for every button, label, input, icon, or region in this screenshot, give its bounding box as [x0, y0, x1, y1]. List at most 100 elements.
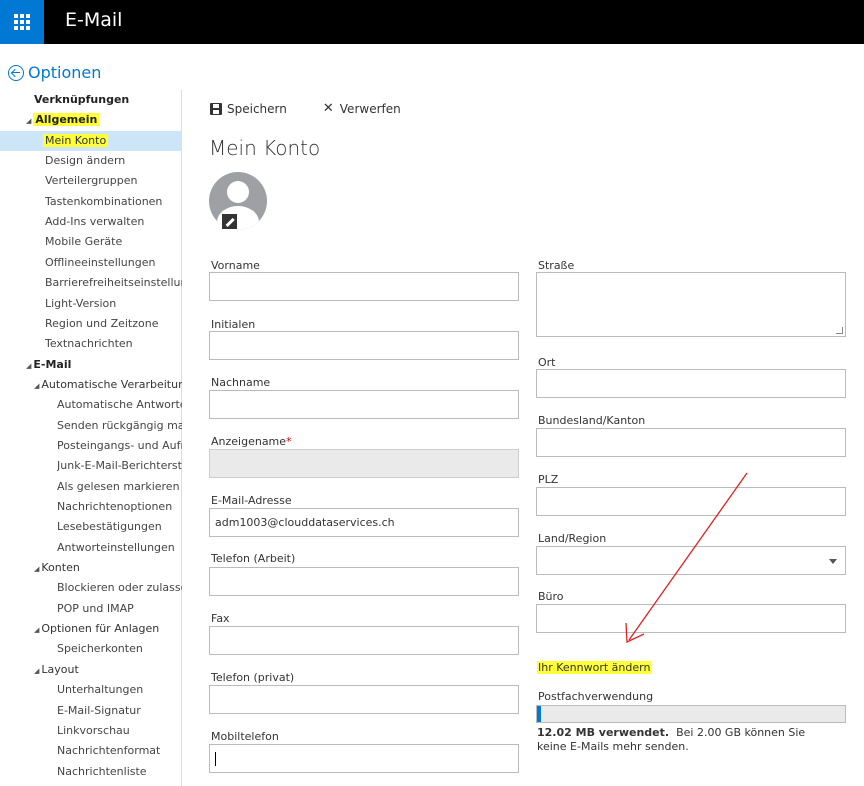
- anzeigename-label: Anzeigename*: [211, 435, 292, 448]
- email-input[interactable]: adm1003@clouddataservices.ch: [209, 508, 519, 537]
- sidebar-item-label: Barrierefreiheitseinstellungen: [45, 276, 182, 290]
- mailbox-used: 12.02 MB verwendet.: [537, 726, 670, 739]
- fax-input[interactable]: [209, 626, 519, 655]
- sidebar-item-linkvorschau[interactable]: Linkvorschau: [57, 721, 182, 741]
- sidebar-item-light-version[interactable]: Light-Version: [45, 294, 182, 314]
- initialen-input[interactable]: [209, 331, 519, 360]
- buero-input[interactable]: [536, 604, 846, 633]
- fax-label: Fax: [211, 612, 230, 625]
- sidebar-item-pop-und-imap[interactable]: POP und IMAP: [57, 599, 182, 619]
- sidebar-item-konten[interactable]: ◢ Konten: [34, 558, 182, 578]
- ort-input[interactable]: [536, 369, 846, 398]
- sidebar-item-posteingangs-und-aufräumregeln[interactable]: Posteingangs- und Aufräumregeln: [57, 436, 182, 456]
- sidebar-item-junk-e-mail-berichterstattung[interactable]: Junk-E-Mail-Berichterstattung: [57, 456, 182, 476]
- sidebar-item-tastenkombinationen[interactable]: Tastenkombinationen: [45, 192, 182, 212]
- sidebar-item-label: Mobile Geräte: [45, 235, 123, 249]
- buero-label: Büro: [538, 590, 564, 603]
- sidebar-item-textnachrichten[interactable]: Textnachrichten: [45, 334, 182, 354]
- bundesland-input[interactable]: [536, 428, 846, 457]
- sidebar-item-mein-konto[interactable]: Mein Konto: [0, 130, 182, 151]
- mobiltelefon-input[interactable]: [209, 744, 519, 773]
- sidebar-item-blockieren-oder-zulassen[interactable]: Blockieren oder zulassen: [57, 578, 182, 598]
- telefon-arbeit-input[interactable]: [209, 567, 519, 596]
- sidebar-item-label: Blockieren oder zulassen: [57, 581, 182, 595]
- vorname-input[interactable]: [209, 272, 519, 301]
- sidebar-item-layout[interactable]: ◢ Layout: [34, 660, 182, 680]
- mailbox-usage-label: Postfachverwendung: [538, 690, 654, 703]
- mobiltelefon-label: Mobiltelefon: [211, 730, 279, 743]
- sidebar-item-label: Nachrichtenliste: [57, 764, 147, 778]
- collapse-triangle-icon: ◢: [34, 381, 40, 390]
- sidebar-item-als-gelesen-markieren[interactable]: Als gelesen markieren: [57, 477, 182, 497]
- sidebar-item-label: Region und Zeitzone: [45, 316, 159, 330]
- sidebar-item-label: Design ändern: [45, 154, 126, 168]
- telefon-privat-input[interactable]: [209, 685, 519, 714]
- mailbox-usage-fill: [537, 706, 541, 722]
- telefon-arbeit-label: Telefon (Arbeit): [211, 552, 296, 565]
- sidebar-item-verteilergruppen[interactable]: Verteilergruppen: [45, 171, 182, 191]
- app-title: E-Mail: [65, 9, 123, 31]
- app-launcher-button[interactable]: [0, 0, 44, 44]
- back-arrow-icon: [8, 64, 24, 81]
- sidebar-item-mobile-geräte[interactable]: Mobile Geräte: [45, 232, 182, 252]
- sidebar-item-label: Antworteinstellungen: [57, 540, 175, 554]
- nachname-input[interactable]: [209, 390, 519, 419]
- sidebar-item-nachrichtenliste[interactable]: Nachrichtenliste: [57, 762, 182, 782]
- sidebar-item-unterhaltungen[interactable]: Unterhaltungen: [57, 680, 182, 700]
- sidebar-item-label: Optionen für Anlagen: [41, 622, 160, 636]
- email-label: E-Mail-Adresse: [211, 494, 292, 507]
- sidebar-item-offlineeinstellungen[interactable]: Offlineeinstellungen: [45, 253, 182, 273]
- sidebar-item-automatische-verarbeitung[interactable]: ◢ Automatische Verarbeitung: [34, 375, 182, 395]
- sidebar-item-e-mail-signatur[interactable]: E-Mail-Signatur: [57, 701, 182, 721]
- sidebar-item-label: Speicherkonten: [57, 642, 143, 656]
- bundesland-label: Bundesland/Kanton: [538, 414, 646, 427]
- nachname-label: Nachname: [211, 376, 271, 389]
- options-sidebar: Verknüpfungen ◢ Allgemein Mein Konto Design …: [0, 90, 182, 786]
- sidebar-item-barrierefreiheitseinstellungen[interactable]: Barrierefreiheitseinstellungen: [45, 273, 182, 293]
- user-avatar[interactable]: [209, 172, 267, 230]
- chevron-down-icon: [829, 559, 837, 564]
- strasse-textarea[interactable]: [536, 272, 846, 337]
- sidebar-item-label: Linkvorschau: [57, 723, 130, 737]
- change-password-link[interactable]: Ihr Kennwort ändern: [537, 661, 652, 674]
- sidebar-item-label: Light-Version: [45, 296, 117, 310]
- sidebar-item-label: POP und IMAP: [57, 601, 134, 615]
- sidebar-item-label: Posteingangs- und Aufräumregeln: [57, 438, 182, 452]
- sidebar-item-lesebestätigungen[interactable]: Lesebestätigungen: [57, 517, 182, 537]
- initialen-label: Initialen: [211, 318, 256, 331]
- sidebar-item-allgemein[interactable]: ◢ Allgemein: [26, 110, 100, 130]
- text-caret: [215, 752, 216, 766]
- sidebar-item-region-und-zeitzone[interactable]: Region und Zeitzone: [45, 314, 182, 334]
- strasse-label: Straße: [538, 259, 575, 272]
- save-button[interactable]: Speichern: [210, 101, 287, 116]
- options-back-link[interactable]: Optionen: [8, 63, 101, 82]
- sidebar-item-verknüpfungen[interactable]: Verknüpfungen: [34, 90, 129, 110]
- sidebar-item-optionen-für-anlagen[interactable]: ◢ Optionen für Anlagen: [34, 619, 182, 639]
- land-select[interactable]: [536, 546, 846, 575]
- sidebar-item-label: Nachrichtenformat: [57, 744, 161, 758]
- sidebar-item-e-mail[interactable]: ◢ E-Mail: [26, 355, 71, 375]
- sidebar-item-nachrichtenformat[interactable]: Nachrichtenformat: [57, 741, 182, 761]
- sidebar-item-label: Automatische Verarbeitung: [41, 377, 182, 391]
- sidebar-item-automatische-antworten[interactable]: Automatische Antworten: [57, 395, 182, 415]
- sidebar-item-speicherkonten[interactable]: Speicherkonten: [57, 639, 182, 659]
- sidebar-item-label: Verteilergruppen: [45, 174, 138, 188]
- plz-input[interactable]: [536, 487, 846, 516]
- discard-button[interactable]: ✕ Verwerfen: [323, 101, 401, 116]
- sidebar-item-nachrichtenoptionen[interactable]: Nachrichtenoptionen: [57, 497, 182, 517]
- sidebar-item-label: Layout: [41, 662, 79, 676]
- anzeigename-input: [209, 449, 519, 478]
- sidebar-item-label: Automatische Antworten: [57, 398, 182, 412]
- sidebar-item-label: E-Mail: [33, 357, 72, 371]
- sidebar-item-label: Lesebestätigungen: [57, 520, 162, 534]
- sidebar-item-label: Unterhaltungen: [57, 683, 144, 697]
- sidebar-item-antworteinstellungen[interactable]: Antworteinstellungen: [57, 538, 182, 558]
- sidebar-item-design-ändern[interactable]: Design ändern: [45, 151, 182, 171]
- required-mark: *: [286, 435, 292, 448]
- sidebar-item-add-ins-verwalten[interactable]: Add-Ins verwalten: [45, 212, 182, 232]
- mailbox-usage-bar: [536, 705, 846, 723]
- page-title: Mein Konto: [209, 136, 321, 160]
- collapse-triangle-icon: ◢: [34, 666, 40, 675]
- sidebar-item-senden-rückgängig-machen[interactable]: Senden rückgängig machen: [57, 416, 182, 436]
- pencil-icon[interactable]: [221, 213, 238, 230]
